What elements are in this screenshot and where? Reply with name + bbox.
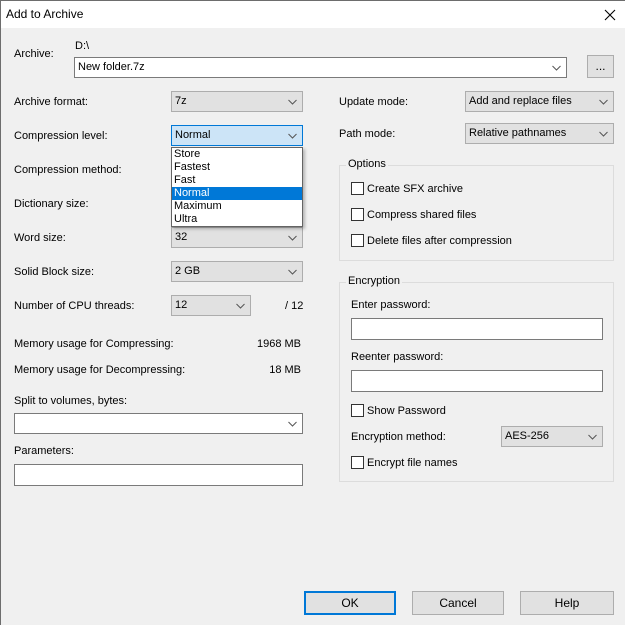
window-title: Add to Archive [6, 7, 84, 21]
encryption-method-value: AES-256 [505, 430, 550, 442]
compression-level-value: Normal [175, 129, 211, 141]
close-button[interactable] [595, 1, 625, 28]
dictionary-size-label: Dictionary size: [14, 198, 89, 210]
memory-decompress-value: 18 MB [269, 364, 301, 376]
compression-level-dropdown: Store Fastest Fast Normal Maximum Ultra [171, 147, 303, 227]
browse-button[interactable]: ... [587, 55, 614, 78]
word-size-label: Word size: [14, 232, 66, 244]
path-mode-label: Path mode: [339, 128, 396, 140]
cpu-threads-max: / 12 [285, 300, 304, 312]
archive-label: Archive: [14, 48, 54, 60]
archive-format-combobox[interactable]: 7z [171, 91, 303, 112]
archive-name-combobox[interactable]: New folder.7z [74, 57, 567, 78]
dropdown-option-fast[interactable]: Fast [172, 174, 302, 187]
encryption-method-combobox[interactable]: AES-256 [501, 426, 603, 447]
encryption-method-label: Encryption method: [351, 431, 446, 443]
dropdown-option-normal[interactable]: Normal [172, 187, 302, 200]
chevron-down-icon [288, 99, 297, 105]
chevron-down-icon [588, 434, 597, 440]
ok-button[interactable]: OK [304, 591, 396, 615]
archive-name-value: New folder.7z [78, 61, 145, 73]
add-to-archive-dialog: Add to Archive Archive: D:\ New folder.7… [0, 0, 625, 625]
show-password-checkbox[interactable]: Show Password [351, 404, 446, 417]
title-bar: Add to Archive [1, 1, 625, 28]
encryption-group-title: Encryption [346, 275, 402, 287]
memory-compress-value: 1968 MB [256, 338, 301, 350]
compression-method-label: Compression method: [14, 164, 122, 176]
parameters-input[interactable] [14, 464, 303, 486]
cpu-threads-combobox[interactable]: 12 [171, 295, 251, 316]
checkbox-box [351, 456, 364, 469]
options-group-title: Options [346, 158, 388, 170]
archive-format-label: Archive format: [14, 96, 88, 108]
delete-after-label: Delete files after compression [367, 234, 512, 247]
chevron-down-icon [288, 269, 297, 275]
split-volumes-combobox[interactable] [14, 413, 303, 434]
delete-after-checkbox[interactable]: Delete files after compression [351, 234, 512, 247]
chevron-down-icon [288, 235, 297, 241]
cancel-button[interactable]: Cancel [412, 591, 504, 615]
checkbox-box [351, 234, 364, 247]
archive-path: D:\ [75, 40, 90, 52]
cpu-threads-value: 12 [175, 299, 188, 311]
encryption-group: Encryption Enter password: Reenter passw… [339, 275, 614, 482]
checkbox-box [351, 208, 364, 221]
close-icon [604, 9, 616, 20]
compress-shared-label: Compress shared files [367, 208, 477, 221]
chevron-down-icon [288, 421, 297, 427]
path-mode-value: Relative pathnames [469, 127, 567, 139]
reenter-password-label: Reenter password: [351, 351, 444, 363]
compress-shared-checkbox[interactable]: Compress shared files [351, 208, 476, 221]
solid-block-size-combobox[interactable]: 2 GB [171, 261, 303, 282]
chevron-down-icon [288, 133, 297, 139]
dropdown-option-maximum[interactable]: Maximum [172, 200, 302, 213]
split-volumes-label: Split to volumes, bytes: [14, 395, 128, 407]
chevron-down-icon [599, 99, 608, 105]
compression-level-combobox[interactable]: Normal [171, 125, 303, 146]
encrypt-names-checkbox[interactable]: Encrypt file names [351, 456, 457, 469]
checkbox-box [351, 182, 364, 195]
create-sfx-label: Create SFX archive [367, 182, 463, 195]
cpu-threads-label: Number of CPU threads: [14, 300, 135, 312]
enter-password-input[interactable] [351, 318, 603, 340]
memory-compress-label: Memory usage for Compressing: [14, 338, 174, 350]
compression-level-label: Compression level: [14, 130, 108, 142]
options-group: Options Create SFX archive Compress shar… [339, 158, 614, 261]
chevron-down-icon [236, 303, 245, 309]
update-mode-value: Add and replace files [469, 95, 572, 107]
checkbox-box [351, 404, 364, 417]
dropdown-option-ultra[interactable]: Ultra [172, 213, 302, 226]
dropdown-option-fastest[interactable]: Fastest [172, 161, 302, 174]
parameters-label: Parameters: [14, 445, 74, 457]
archive-format-value: 7z [175, 95, 187, 107]
solid-block-size-label: Solid Block size: [14, 266, 95, 278]
encrypt-names-label: Encrypt file names [367, 456, 458, 469]
chevron-down-icon [599, 131, 608, 137]
help-button[interactable]: Help [520, 591, 614, 615]
enter-password-label: Enter password: [351, 299, 431, 311]
show-password-label: Show Password [367, 404, 446, 417]
update-mode-combobox[interactable]: Add and replace files [465, 91, 614, 112]
solid-block-size-value: 2 GB [175, 265, 201, 277]
reenter-password-input[interactable] [351, 370, 603, 392]
dropdown-option-store[interactable]: Store [172, 148, 302, 161]
update-mode-label: Update mode: [339, 96, 409, 108]
memory-decompress-label: Memory usage for Decompressing: [14, 364, 186, 376]
path-mode-combobox[interactable]: Relative pathnames [465, 123, 614, 144]
chevron-down-icon [552, 65, 561, 71]
create-sfx-checkbox[interactable]: Create SFX archive [351, 182, 463, 195]
word-size-combobox[interactable]: 32 [171, 227, 303, 248]
word-size-value: 32 [175, 231, 188, 243]
